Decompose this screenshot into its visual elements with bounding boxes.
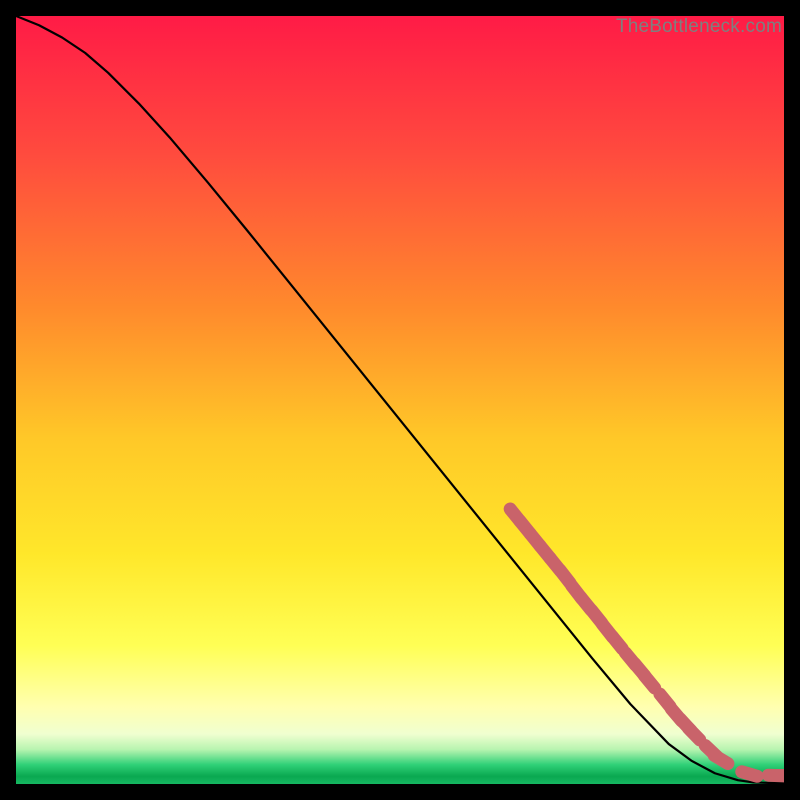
gradient-background bbox=[16, 16, 784, 784]
chart-frame: TheBottleneck.com bbox=[16, 16, 784, 784]
chart-plot bbox=[16, 16, 784, 784]
watermark-label: TheBottleneck.com bbox=[616, 16, 782, 38]
